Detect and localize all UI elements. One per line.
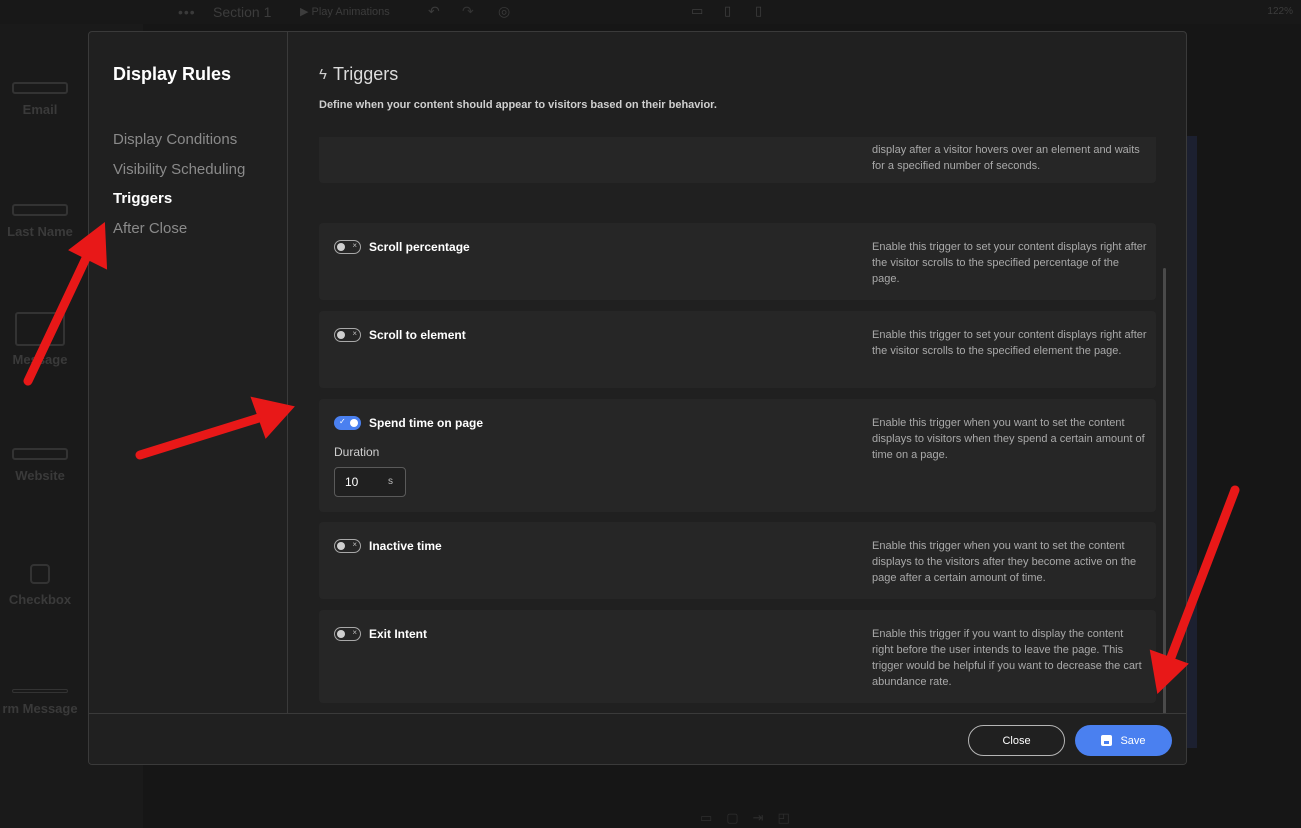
trigger-name: Exit Intent [369,627,428,641]
desktop-icon[interactable]: ▭ [691,3,703,19]
field-website[interactable]: Website [0,448,80,483]
field-checkbox-label: Checkbox [8,592,72,607]
trigger-desc: Enable this trigger when you want to set… [872,540,1137,584]
check-icon: ✓ [339,417,346,426]
canvas-edge [1187,136,1197,748]
duration-input[interactable]: 10 s [334,467,406,497]
lightning-icon: ϟ [319,66,327,83]
modal-footer: Close Save [89,713,1186,764]
trigger-desc: Enable this trigger to set your content … [872,329,1147,357]
field-last-name-label: Last Name [7,224,73,239]
trigger-name: Scroll to element [369,328,466,342]
trigger-name: Scroll percentage [369,240,470,254]
trigger-card-spend-time: ✓ Spend time on page Duration 10 s Enabl… [319,399,1156,512]
trigger-card-scroll-percentage: × Scroll percentage Enable this trigger … [319,223,1156,300]
section-label: Section 1 [213,4,272,20]
nav-triggers[interactable]: Triggers [113,188,287,218]
display-rules-modal: Display Rules Display Conditions Visibil… [88,31,1187,765]
scroll-percentage-toggle[interactable]: × [334,240,361,254]
trigger-name: Spend time on page [369,416,484,430]
save-button[interactable]: Save [1075,725,1172,756]
close-button[interactable]: Close [968,725,1065,756]
nav-visibility-scheduling[interactable]: Visibility Scheduling [113,159,287,189]
section-description: Define when your content should appear t… [319,99,717,111]
inactive-time-toggle[interactable]: × [334,539,361,553]
section-heading: ϟ Triggers [319,64,717,85]
duration-unit: s [388,476,393,487]
field-message[interactable]: Message [0,312,80,367]
trigger-desc: Enable this trigger when you want to set… [872,417,1145,461]
nav-display-conditions[interactable]: Display Conditions [113,129,287,159]
x-icon: × [352,628,357,637]
trigger-card-partial: display after a visitor hovers over an e… [319,137,1156,183]
field-message-label: Message [12,352,68,367]
zoom-level[interactable]: 122% [1267,6,1293,17]
canvas-bottom-icons: ▭▢⇥◰ [700,810,804,825]
drag-handle-icon[interactable]: ••• [178,4,196,20]
field-last-name[interactable]: Last Name [0,204,80,239]
editor-toolbar: ••• Section 1 ▶ Play Animations ↶ ↷ ◎ ▭ … [0,0,1301,24]
field-email[interactable]: Email [0,82,80,117]
x-icon: × [352,241,357,250]
duration-label: Duration [334,445,380,459]
trigger-desc: Enable this trigger to set your content … [872,241,1147,285]
scrollbar[interactable] [1163,268,1166,718]
trigger-card-exit-intent: × Exit Intent Enable this trigger if you… [319,610,1156,703]
trigger-name: Inactive time [369,539,442,553]
field-form-message-label: rm Message [2,701,78,716]
modal-main: ϟ Triggers Define when your content shou… [289,32,1186,718]
field-checkbox[interactable]: Checkbox [0,564,80,607]
mobile-icon[interactable]: ▯ [755,3,762,19]
spend-time-toggle[interactable]: ✓ [334,416,361,430]
close-label: Close [1002,734,1031,747]
x-icon: × [352,329,357,338]
play-animations-label: Play Animations [311,6,390,18]
undo-icon[interactable]: ↶ [428,3,440,20]
play-animations-button[interactable]: ▶ Play Animations [300,5,390,18]
floppy-disk-icon [1101,735,1113,746]
trigger-desc: Enable this trigger if you want to displ… [872,628,1142,688]
field-form-message[interactable]: rm Message [0,689,80,716]
tablet-icon[interactable]: ▯ [724,3,731,19]
section-title: Triggers [332,64,399,84]
trigger-partial-desc: display after a visitor hovers over an e… [872,144,1140,172]
trigger-card-scroll-to-element: × Scroll to element Enable this trigger … [319,311,1156,388]
triggers-list[interactable]: display after a visitor hovers over an e… [319,137,1169,713]
nav-after-close[interactable]: After Close [113,218,287,248]
save-label: Save [1120,734,1146,747]
trigger-card-inactive-time: × Inactive time Enable this trigger when… [319,522,1156,599]
modal-title: Display Rules [113,64,232,84]
exit-intent-toggle[interactable]: × [334,627,361,641]
hide-eye-icon[interactable]: ◎ [498,3,510,20]
field-email-label: Email [22,102,58,117]
modal-sidebar: Display Rules Display Conditions Visibil… [89,32,288,713]
field-website-label: Website [15,468,65,483]
duration-value: 10 [345,475,359,489]
redo-icon[interactable]: ↷ [462,3,474,20]
scroll-to-element-toggle[interactable]: × [334,328,361,342]
x-icon: × [352,540,357,549]
